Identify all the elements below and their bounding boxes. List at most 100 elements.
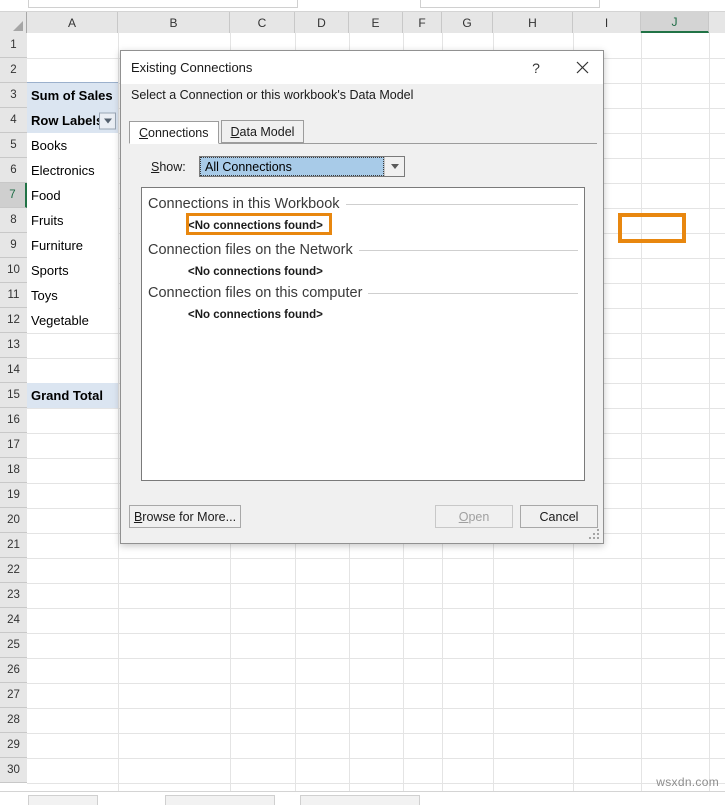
column-header-d[interactable]: D <box>295 12 349 33</box>
grid-hline <box>27 733 725 734</box>
row-header-26[interactable]: 26 <box>0 658 27 683</box>
no-connections-found-item[interactable]: <No connections found> <box>142 262 584 281</box>
close-icon[interactable] <box>561 51 603 84</box>
watermark: wsxdn.com <box>656 775 719 789</box>
annotation-box-no-connections <box>186 213 332 235</box>
column-header-b[interactable]: B <box>118 12 230 33</box>
sheet-tab-sliver-2 <box>165 795 275 805</box>
tab-connections[interactable]: Connections <box>129 121 219 144</box>
row-header-13[interactable]: 13 <box>0 333 27 358</box>
pivot-item-row[interactable]: Electronics <box>27 158 118 183</box>
grid-hline <box>27 758 725 759</box>
row-labels-filter-icon[interactable] <box>99 112 116 129</box>
pivot-item-row[interactable]: Vegetable <box>27 308 118 333</box>
resize-grip-icon[interactable] <box>589 529 601 541</box>
no-connections-found-item[interactable]: <No connections found> <box>142 305 584 324</box>
sheet-tab-sliver-3 <box>300 795 420 805</box>
column-header-f[interactable]: F <box>403 12 442 33</box>
row-header-4[interactable]: 4 <box>0 108 27 133</box>
connection-group-title: Connection files on this computer <box>148 285 363 301</box>
row-header-19[interactable]: 19 <box>0 483 27 508</box>
row-header-1[interactable]: 1 <box>0 33 27 58</box>
name-box-sliver <box>28 0 298 8</box>
row-header-3[interactable]: 3 <box>0 83 27 108</box>
group-divider <box>358 249 578 251</box>
help-icon[interactable]: ? <box>515 51 557 84</box>
grid-vline <box>118 33 119 793</box>
connection-group-title: Connections in this Workbook <box>148 196 340 212</box>
column-header-e[interactable]: E <box>349 12 403 33</box>
open-button[interactable]: Open <box>435 505 513 528</box>
row-header-2[interactable]: 2 <box>0 58 27 83</box>
row-header-21[interactable]: 21 <box>0 533 27 558</box>
row-header-20[interactable]: 20 <box>0 508 27 533</box>
excel-window: ABCDEFGHIJK 1234567891011121314151617181… <box>0 0 725 805</box>
tab-data-model[interactable]: Data Model <box>220 120 305 143</box>
row-header-10[interactable]: 10 <box>0 258 27 283</box>
connection-group-header: Connection files on the Network <box>148 238 578 262</box>
row-header-8[interactable]: 8 <box>0 208 27 233</box>
row-header-16[interactable]: 16 <box>0 408 27 433</box>
row-header-29[interactable]: 29 <box>0 733 27 758</box>
browse-for-more-button[interactable]: Browse for More... <box>129 505 241 528</box>
connections-listbox[interactable]: Connections in this Workbook <No connecti… <box>141 187 585 481</box>
grip-dot <box>593 533 595 535</box>
select-all-corner[interactable] <box>0 12 27 33</box>
show-combobox-value[interactable]: All Connections <box>200 157 384 176</box>
cancel-label: Cancel <box>539 509 579 524</box>
row-header-25[interactable]: 25 <box>0 633 27 658</box>
pivot-title-cell[interactable]: Sum of Sales <box>27 83 118 108</box>
pivot-item-row[interactable]: Books <box>27 133 118 158</box>
grip-dot <box>597 533 599 535</box>
browse-label-rest: rowse for More... <box>142 509 237 524</box>
pivot-item-row[interactable]: Fruits <box>27 208 118 233</box>
grid-hline <box>27 608 725 609</box>
grip-dot <box>593 537 595 539</box>
row-header-7[interactable]: 7 <box>0 183 27 208</box>
show-combobox[interactable]: All Connections <box>199 156 405 177</box>
pivot-item-row[interactable]: Toys <box>27 283 118 308</box>
row-header-5[interactable]: 5 <box>0 133 27 158</box>
annotation-box-cell-j7 <box>618 213 686 243</box>
pivot-grand-total-cell[interactable]: Grand Total <box>27 383 118 408</box>
grid-hline <box>27 708 725 709</box>
dialog-tab-strip: Connections Data Model <box>129 120 597 144</box>
row-header-30[interactable]: 30 <box>0 758 27 783</box>
chevron-down-icon[interactable] <box>384 157 404 176</box>
row-header-24[interactable]: 24 <box>0 608 27 633</box>
highlighted-item-wrapper: <No connections found> <box>142 213 584 235</box>
row-header-9[interactable]: 9 <box>0 233 27 258</box>
column-header-k[interactable]: K <box>709 12 725 33</box>
column-header-a[interactable]: A <box>27 12 118 33</box>
cancel-button[interactable]: Cancel <box>520 505 598 528</box>
row-header-6[interactable]: 6 <box>0 158 27 183</box>
pivot-item-row[interactable]: Sports <box>27 258 118 283</box>
row-header-27[interactable]: 27 <box>0 683 27 708</box>
grid-hline <box>27 558 725 559</box>
grid-hline <box>27 583 725 584</box>
tab-label-rest: onnections <box>148 125 209 140</box>
tab-accel: D <box>230 124 240 139</box>
column-header-h[interactable]: H <box>493 12 573 33</box>
pivot-row-labels-cell[interactable]: Row Labels <box>27 108 118 133</box>
pivot-item-row[interactable]: Food <box>27 183 118 208</box>
column-header-g[interactable]: G <box>442 12 493 33</box>
column-header-i[interactable]: I <box>573 12 641 33</box>
grip-dot <box>597 537 599 539</box>
row-header-28[interactable]: 28 <box>0 708 27 733</box>
column-header-j[interactable]: J <box>641 12 709 33</box>
row-header-11[interactable]: 11 <box>0 283 27 308</box>
row-header-17[interactable]: 17 <box>0 433 27 458</box>
dialog-footer: Browse for More... Open Cancel <box>121 493 603 543</box>
row-header-12[interactable]: 12 <box>0 308 27 333</box>
row-header-14[interactable]: 14 <box>0 358 27 383</box>
open-label-rest: pen <box>468 509 490 524</box>
pivot-item-row[interactable]: Furniture <box>27 233 118 258</box>
group-divider <box>345 203 578 205</box>
column-header-c[interactable]: C <box>230 12 295 33</box>
row-header-22[interactable]: 22 <box>0 558 27 583</box>
row-header-23[interactable]: 23 <box>0 583 27 608</box>
row-header-18[interactable]: 18 <box>0 458 27 483</box>
row-header-15[interactable]: 15 <box>0 383 27 408</box>
grid-hline <box>27 633 725 634</box>
